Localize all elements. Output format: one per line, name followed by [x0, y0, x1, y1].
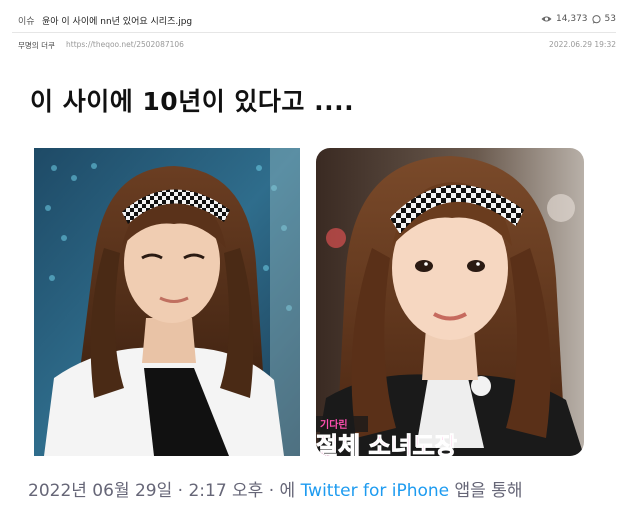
post-date: 2022.06.29 19:32 [549, 40, 616, 49]
header-divider [12, 32, 616, 33]
tweet-text: 이 사이에 10년이 있다고 .... [30, 87, 355, 116]
comment-icon [591, 14, 601, 24]
post-title-row: 이슈 윤아 이 사이에 nn년 있어요 시리즈.jpg 14,373 53 [18, 14, 616, 30]
view-count: 14,373 [556, 14, 588, 24]
tweet-timestamp[interactable]: 2022년 06월 29일 · 2:17 오후 · 에 [28, 481, 295, 501]
caption-big: 절체 소녀도장 [316, 432, 457, 456]
post-title[interactable]: 윤아 이 사이에 nn년 있어요 시리즈.jpg [42, 14, 192, 27]
eye-icon [541, 15, 552, 23]
post-stats: 14,373 53 [541, 14, 616, 24]
comment-count[interactable]: 53 [605, 14, 616, 24]
tweet-source-suffix: 앱을 통해 [454, 481, 523, 501]
tweet-photo-right[interactable]: 기다린 절체 소녀도장 [316, 148, 584, 456]
tweet-footer: 2022년 06월 29일 · 2:17 오후 · 에 Twitter for … [28, 476, 523, 501]
post-category[interactable]: 이슈 [18, 14, 35, 27]
post-meta-row: 무명의 더쿠 https://theqoo.net/2502087106 202… [18, 40, 616, 54]
post-url[interactable]: https://theqoo.net/2502087106 [66, 40, 184, 49]
caption-strip: 기다린 [320, 418, 348, 431]
post-header: 이슈 윤아 이 사이에 nn년 있어요 시리즈.jpg 14,373 53 무명… [0, 0, 640, 62]
tweet-source-link[interactable]: Twitter for iPhone [301, 481, 450, 501]
post-author: 무명의 더쿠 [18, 41, 55, 50]
tweet-photo-left[interactable] [34, 148, 300, 456]
